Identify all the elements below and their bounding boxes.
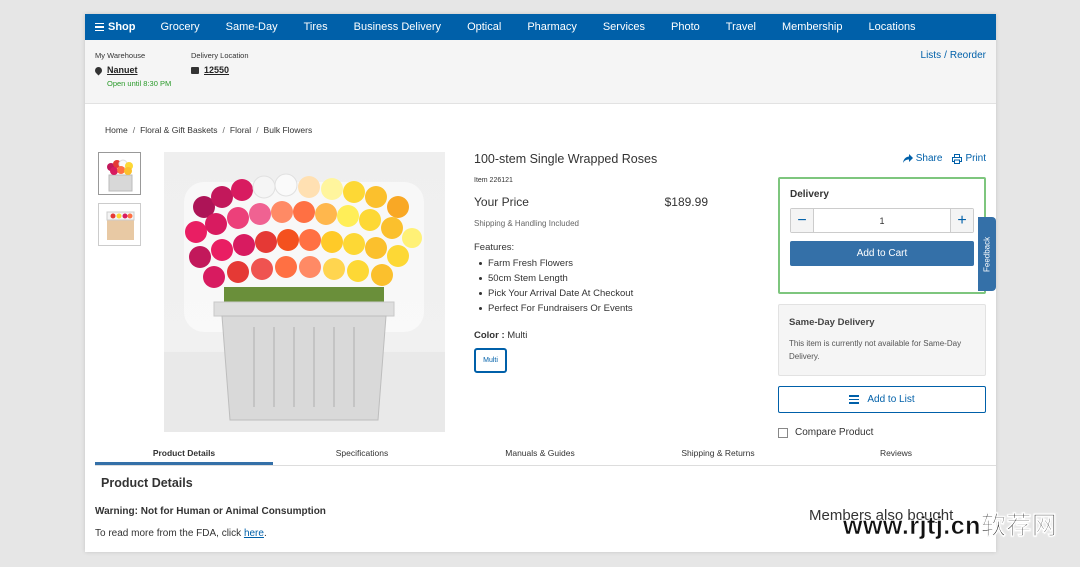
same-day-panel: Same-Day Delivery This item is currently… xyxy=(778,304,986,376)
print-icon xyxy=(952,153,963,164)
minus-icon: − xyxy=(797,211,807,229)
product-details-heading: Product Details xyxy=(101,476,193,490)
color-value: Multi xyxy=(507,330,528,341)
nav-same-day[interactable]: Same-Day xyxy=(226,21,278,33)
shop-menu-button[interactable]: Shop xyxy=(95,21,136,33)
tab-reviews[interactable]: Reviews xyxy=(807,444,985,465)
breadcrumb-home[interactable]: Home xyxy=(105,125,128,135)
delivery-zip-link[interactable]: 12550 xyxy=(191,65,249,75)
truck-icon xyxy=(191,66,199,74)
tab-product-details[interactable]: Product Details xyxy=(95,444,273,465)
add-to-cart-button[interactable]: Add to Cart xyxy=(790,241,974,266)
list-icon xyxy=(849,395,860,404)
lists-link[interactable]: Lists xyxy=(921,50,942,61)
plus-icon: + xyxy=(957,211,967,229)
price-value: $189.99 xyxy=(664,195,708,209)
reorder-link[interactable]: Reorder xyxy=(950,50,986,61)
color-label: Color : xyxy=(474,330,505,341)
compare-product[interactable]: Compare Product xyxy=(778,427,873,438)
share-print: Share Print xyxy=(902,153,986,164)
quantity-stepper: − + xyxy=(790,208,974,233)
warehouse-selector: My Warehouse Nanuet Open until 8:30 PM xyxy=(93,51,172,88)
same-day-text: This item is currently not available for… xyxy=(789,339,962,361)
feature-item: Farm Fresh Flowers xyxy=(474,256,724,271)
share-button[interactable]: Share xyxy=(902,153,942,164)
breadcrumb-bulk-flowers[interactable]: Bulk Flowers xyxy=(264,125,313,135)
quantity-input[interactable] xyxy=(814,209,950,232)
feature-item: Pick Your Arrival Date At Checkout xyxy=(474,286,724,301)
feature-item: 50cm Stem Length xyxy=(474,271,724,286)
menu-icon xyxy=(95,22,104,32)
top-nav: Shop Grocery Same-Day Tires Business Del… xyxy=(85,14,996,40)
nav-services[interactable]: Services xyxy=(603,21,645,33)
features-label: Features: xyxy=(474,242,515,253)
site-watermark: www.rjtj.cn软荐网 xyxy=(843,512,1058,541)
nav-pharmacy[interactable]: Pharmacy xyxy=(527,21,577,33)
feature-item: Perfect For Fundraisers Or Events xyxy=(474,301,724,316)
add-to-list-button[interactable]: Add to List xyxy=(778,386,986,413)
nav-travel[interactable]: Travel xyxy=(726,21,756,33)
compare-label: Compare Product xyxy=(795,427,874,438)
tab-specifications[interactable]: Specifications xyxy=(273,444,451,465)
nav-grocery[interactable]: Grocery xyxy=(161,21,200,33)
breadcrumb-floral-gift[interactable]: Floral & Gift Baskets xyxy=(140,125,217,135)
delivery-panel: Delivery − + Add to Cart xyxy=(778,177,986,294)
open-until-text: Open until 8:30 PM xyxy=(107,79,172,88)
thumbnail-list xyxy=(98,152,141,254)
nav-locations[interactable]: Locations xyxy=(868,21,915,33)
quantity-increase-button[interactable]: + xyxy=(950,209,973,232)
fda-link[interactable]: here xyxy=(244,528,264,539)
warehouse-link[interactable]: Nanuet xyxy=(93,65,171,75)
breadcrumb: Home / Floral & Gift Baskets / Floral / … xyxy=(105,125,313,135)
tab-manuals-guides[interactable]: Manuals & Guides xyxy=(451,444,629,465)
pin-icon xyxy=(93,65,104,75)
quantity-decrease-button[interactable]: − xyxy=(791,209,814,232)
thumbnail-roses[interactable] xyxy=(98,152,141,195)
same-day-title: Same-Day Delivery xyxy=(789,317,875,328)
fda-note: To read more from the FDA, click here. xyxy=(95,528,267,539)
product-tabs: Product Details Specifications Manuals &… xyxy=(95,444,996,466)
color-swatch-multi[interactable]: Multi xyxy=(474,348,507,373)
print-button[interactable]: Print xyxy=(952,153,986,164)
share-icon xyxy=(902,154,913,163)
product-info: 100-stem Single Wrapped Roses Item 22612… xyxy=(474,152,724,373)
location-bar: My Warehouse Nanuet Open until 8:30 PM D… xyxy=(85,40,996,104)
nav-tires[interactable]: Tires xyxy=(304,21,328,33)
feedback-tab[interactable]: Feedback xyxy=(978,217,996,291)
product-title: 100-stem Single Wrapped Roses xyxy=(474,152,658,166)
item-number: Item 226121 xyxy=(474,177,513,184)
lists-reorder: Lists / Reorder xyxy=(920,50,986,61)
color-row: Color : Multi xyxy=(474,330,724,341)
breadcrumb-floral[interactable]: Floral xyxy=(230,125,251,135)
product-image xyxy=(164,152,445,432)
nav-optical[interactable]: Optical xyxy=(467,21,501,33)
nav-membership[interactable]: Membership xyxy=(782,21,843,33)
delivery-location-selector: Delivery Location 12550 xyxy=(191,51,249,75)
price-label: Your Price xyxy=(474,195,529,209)
delivery-title: Delivery xyxy=(790,189,829,200)
tab-shipping-returns[interactable]: Shipping & Returns xyxy=(629,444,807,465)
thumbnail-box[interactable] xyxy=(98,203,141,246)
shipping-note: Shipping & Handling Included xyxy=(474,219,579,228)
consumption-warning: Warning: Not for Human or Animal Consump… xyxy=(95,506,326,517)
features-list: Farm Fresh Flowers 50cm Stem Length Pick… xyxy=(474,256,724,316)
nav-photo[interactable]: Photo xyxy=(671,21,700,33)
warehouse-label: My Warehouse xyxy=(95,51,146,60)
product-page: Shop Grocery Same-Day Tires Business Del… xyxy=(85,14,996,552)
nav-business-delivery[interactable]: Business Delivery xyxy=(354,21,441,33)
delivery-location-label: Delivery Location xyxy=(191,51,249,60)
price-row: Your Price $189.99 xyxy=(474,195,708,209)
compare-checkbox[interactable] xyxy=(778,427,788,438)
